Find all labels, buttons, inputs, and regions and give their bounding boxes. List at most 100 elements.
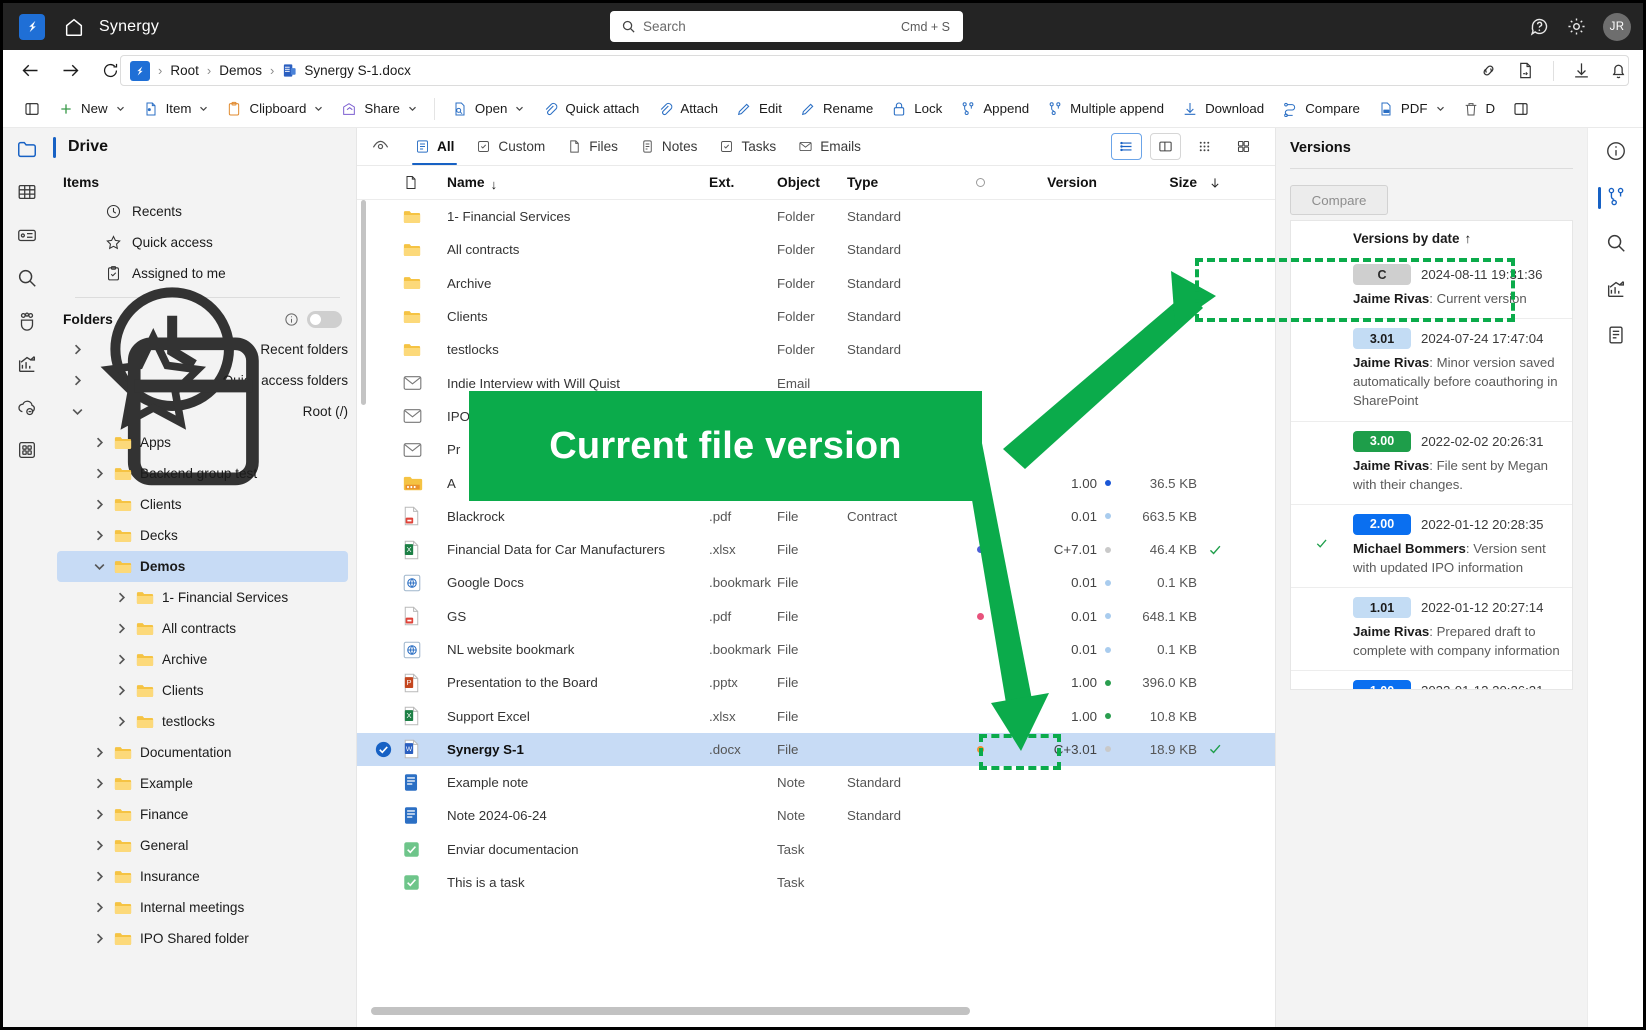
tab-tasks[interactable]: Tasks [708, 128, 787, 165]
chevron-right-icon[interactable] [93, 467, 106, 480]
chevron-right-icon[interactable] [115, 715, 128, 728]
tree-item-all-contracts[interactable]: All contracts [57, 613, 348, 644]
lock-button[interactable]: Lock [882, 94, 951, 124]
tree-item-insurance[interactable]: Insurance [57, 861, 348, 892]
row-selected-check-icon[interactable] [375, 741, 392, 758]
table-row[interactable]: Indie Interview with Will Quist Email [357, 366, 1275, 399]
table-row[interactable]: IPO Email [357, 400, 1275, 433]
folder-icon[interactable] [16, 138, 38, 160]
table-row[interactable]: All contracts Folder Standard [357, 233, 1275, 266]
new-button[interactable]: New [49, 94, 134, 124]
chevron-down-icon[interactable] [71, 405, 84, 418]
tab-files[interactable]: Files [556, 128, 629, 165]
view-mode-dots[interactable] [1189, 133, 1220, 160]
multiple-append-button[interactable]: Multiple append [1038, 94, 1173, 124]
breadcrumb-item-root[interactable]: Root [170, 63, 199, 78]
chevron-right-icon[interactable] [93, 839, 106, 852]
analytics-icon[interactable] [16, 353, 38, 375]
chevron-right-icon[interactable] [93, 901, 106, 914]
tree-item-testlocks[interactable]: testlocks [57, 706, 348, 737]
info-panel-button[interactable] [1588, 140, 1644, 162]
chevron-right-icon[interactable] [115, 653, 128, 666]
edit-button[interactable]: Edit [727, 94, 791, 124]
version-item[interactable]: 1.002022-01-12 20:26:21Michael Bommers: … [1291, 670, 1572, 689]
search-icon[interactable] [16, 267, 38, 289]
cloud-sync-icon[interactable] [16, 396, 38, 418]
compare-button[interactable]: Compare [1273, 94, 1369, 124]
forward-button[interactable] [57, 57, 83, 83]
preview-eye-icon[interactable] [371, 137, 390, 156]
table-row[interactable]: A 1.00 36.5 KB [357, 466, 1275, 499]
tree-item-finance[interactable]: Finance [57, 799, 348, 830]
right-panel-toggle-button[interactable] [1504, 94, 1538, 124]
panel-toggle-button[interactable] [15, 94, 49, 124]
team-icon[interactable] [16, 310, 38, 332]
table-row[interactable]: P Presentation to the Board .pptx File 1.00 3… [357, 666, 1275, 699]
grid-icon[interactable] [16, 181, 38, 203]
chevron-right-icon[interactable] [93, 498, 106, 511]
apps-icon[interactable] [16, 439, 38, 461]
table-row[interactable]: 1- Financial Services Folder Standard [357, 200, 1275, 233]
compare-versions-button[interactable]: Compare [1290, 185, 1388, 215]
table-row[interactable]: Clients Folder Standard [357, 300, 1275, 333]
breadcrumb-item-demos[interactable]: Demos [219, 63, 262, 78]
search-panel-button[interactable] [1588, 232, 1644, 254]
header-sort-size-arrow[interactable] [1197, 176, 1233, 190]
delete-button[interactable]: D [1454, 94, 1505, 124]
chevron-right-icon[interactable] [71, 374, 84, 387]
open-button[interactable]: Open [443, 94, 534, 124]
tree-item-1-financial-services[interactable]: 1- Financial Services [57, 582, 348, 613]
tree-item-ipo-shared-folder[interactable]: IPO Shared folder [57, 923, 348, 954]
breadcrumb-root-icon[interactable] [130, 60, 150, 81]
tree-item-archive[interactable]: Archive [57, 644, 348, 675]
pdf-button[interactable]: PDF [1369, 94, 1454, 124]
chat-icon[interactable] [16, 224, 38, 246]
chevron-right-icon[interactable] [115, 591, 128, 604]
table-row[interactable]: This is a task Task [357, 866, 1275, 899]
table-row[interactable]: W Synergy S-1 .docx File C+3.01 18.9 KB [357, 732, 1275, 767]
avatar[interactable]: JR [1603, 12, 1631, 41]
table-row[interactable]: Pr Email [357, 433, 1275, 466]
download-button[interactable]: Download [1173, 94, 1273, 124]
rename-button[interactable]: Rename [791, 94, 882, 124]
tree-item-clients[interactable]: Clients [57, 675, 348, 706]
download-icon[interactable] [1572, 61, 1591, 80]
quick-attach-button[interactable]: Quick attach [533, 94, 648, 124]
tree-item-demos[interactable]: Demos [57, 551, 348, 582]
share-button[interactable]: Share [332, 94, 425, 124]
tree-item-root[interactable]: Root (/) [57, 337, 348, 486]
tree-item-documentation[interactable]: Documentation [57, 737, 348, 768]
search-box[interactable]: Cmd + S [610, 11, 963, 42]
tab-emails[interactable]: Emails [787, 128, 872, 165]
header-ext[interactable]: Ext. [709, 175, 777, 190]
attach-button[interactable]: Attach [648, 94, 727, 124]
table-row[interactable]: testlocks Folder Standard [357, 333, 1275, 366]
chevron-right-icon[interactable] [115, 622, 128, 635]
search-input[interactable] [643, 19, 902, 34]
chevron-right-icon[interactable] [93, 777, 106, 790]
chevron-right-icon[interactable] [93, 870, 106, 883]
table-row[interactable]: Google Docs .bookmark File 0.01 0.1 KB [357, 566, 1275, 599]
version-item[interactable]: C 2024-08-11 19:31:36 Jaime Rivas: Current… [1291, 255, 1572, 318]
table-row[interactable]: Enviar documentacion Task [357, 833, 1275, 866]
table-row[interactable]: Example note Note Standard [357, 766, 1275, 799]
versions-panel-button[interactable] [1588, 186, 1644, 209]
version-item[interactable]: 3.01 2024-07-24 17:47:04 Jaime Rivas: Mino… [1291, 318, 1572, 420]
tab-notes[interactable]: Notes [629, 128, 709, 165]
chevron-right-icon[interactable] [93, 808, 106, 821]
home-icon[interactable] [63, 16, 85, 38]
help-icon[interactable] [1529, 16, 1550, 37]
tab-all[interactable]: All [404, 128, 465, 165]
chevron-right-icon[interactable] [71, 343, 84, 356]
link-icon[interactable] [1479, 61, 1498, 80]
analytics-panel-button[interactable] [1588, 278, 1644, 300]
header-version[interactable]: Version [1013, 175, 1097, 190]
chevron-right-icon[interactable] [93, 746, 106, 759]
header-type[interactable]: Type [847, 175, 947, 190]
view-mode-tile[interactable] [1228, 133, 1259, 160]
tab-custom[interactable]: Custom [465, 128, 556, 165]
sidebar-item-recents[interactable]: Recents [57, 196, 348, 227]
tree-item-decks[interactable]: Decks [57, 520, 348, 551]
table-row[interactable]: Note 2024-06-24 Note Standard [357, 799, 1275, 832]
vertical-scrollbar[interactable] [361, 200, 366, 405]
